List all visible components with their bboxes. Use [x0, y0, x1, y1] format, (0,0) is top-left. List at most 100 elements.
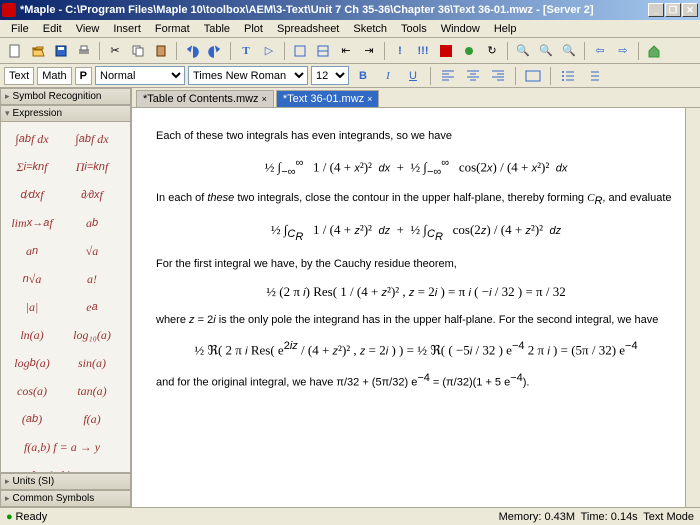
- menu-file[interactable]: File: [4, 21, 36, 37]
- paragraph: and for the original integral, we have π…: [156, 370, 676, 391]
- open-icon[interactable]: [27, 40, 49, 62]
- document-tabs: *Table of Contents.mwz× *Text 36-01.mwz×: [132, 88, 700, 108]
- palette-expression[interactable]: Expression: [0, 105, 131, 122]
- indent-left-icon[interactable]: ⇤: [335, 40, 357, 62]
- menu-table[interactable]: Table: [197, 21, 237, 37]
- status-ready: Ready: [15, 511, 47, 523]
- math-mode-icon[interactable]: ▷: [258, 40, 280, 62]
- numbers-icon[interactable]: [582, 65, 604, 87]
- menu-sketch[interactable]: Sketch: [346, 21, 394, 37]
- expr-sum[interactable]: Σi=kn f: [3, 154, 61, 180]
- expr-sin[interactable]: sin(a): [63, 350, 121, 376]
- menu-insert[interactable]: Insert: [106, 21, 148, 37]
- tab-text36[interactable]: *Text 36-01.mwz×: [276, 90, 380, 107]
- section-icon[interactable]: [289, 40, 311, 62]
- app-icon: [2, 3, 16, 17]
- expr-tan[interactable]: tan(a): [63, 378, 121, 404]
- execute-all-icon[interactable]: !!!: [412, 40, 434, 62]
- align-center-icon[interactable]: [462, 65, 484, 87]
- palette-common-symbols[interactable]: Common Symbols: [0, 490, 131, 507]
- debug-icon[interactable]: [458, 40, 480, 62]
- close-button[interactable]: ✕: [682, 3, 698, 17]
- copy-icon[interactable]: [127, 40, 149, 62]
- menu-edit[interactable]: Edit: [36, 21, 69, 37]
- menu-format[interactable]: Format: [148, 21, 197, 37]
- new-icon[interactable]: [4, 40, 26, 62]
- expr-limit[interactable]: limx→a f: [3, 210, 61, 236]
- palette-symbol-recognition[interactable]: Symbol Recognition: [0, 88, 131, 105]
- home-icon[interactable]: [643, 40, 665, 62]
- expr-binom[interactable]: (ab): [3, 406, 61, 432]
- size-select[interactable]: 12: [311, 66, 349, 85]
- expr-derivative[interactable]: d⁄dx f: [3, 182, 61, 208]
- align-right-icon[interactable]: [487, 65, 509, 87]
- expr-sqrt[interactable]: √a: [63, 238, 121, 264]
- minimize-button[interactable]: _: [648, 3, 664, 17]
- expr-exp[interactable]: ea: [63, 294, 121, 320]
- expr-funcdef[interactable]: f(a,b) f = a → y: [3, 434, 121, 460]
- expr-logb[interactable]: logb(a): [3, 350, 61, 376]
- menu-tools[interactable]: Tools: [394, 21, 434, 37]
- math-mode-button[interactable]: Math: [37, 67, 71, 85]
- indent-right-icon[interactable]: ⇥: [358, 40, 380, 62]
- close-icon[interactable]: ×: [367, 94, 372, 104]
- menu-spreadsheet[interactable]: Spreadsheet: [270, 21, 346, 37]
- back-icon[interactable]: ⇦: [589, 40, 611, 62]
- stop-icon[interactable]: [435, 40, 457, 62]
- align-left-icon[interactable]: [437, 65, 459, 87]
- bold-icon[interactable]: B: [352, 65, 374, 87]
- print-icon[interactable]: [73, 40, 95, 62]
- expr-product[interactable]: Πi=kn f: [63, 154, 121, 180]
- style-select[interactable]: Normal: [95, 66, 185, 85]
- document-body[interactable]: Each of these two integrals has even int…: [132, 108, 700, 507]
- expr-double-integral[interactable]: ∫ab f dx: [63, 126, 121, 152]
- paste-icon[interactable]: [150, 40, 172, 62]
- forward-icon[interactable]: ⇨: [612, 40, 634, 62]
- main-toolbar: ✂ T ▷ ⇤ ⇥ ! !!! ↻ 🔍 🔍 🔍 ⇦ ⇨: [0, 38, 700, 64]
- restart-icon[interactable]: ↻: [481, 40, 503, 62]
- paragraph-button[interactable]: P: [75, 67, 92, 85]
- subsection-icon[interactable]: [312, 40, 334, 62]
- expr-sub[interactable]: an: [3, 238, 61, 264]
- undo-icon[interactable]: [181, 40, 203, 62]
- expr-factorial[interactable]: a!: [63, 266, 121, 292]
- expr-cos[interactable]: cos(a): [3, 378, 61, 404]
- font-select[interactable]: Times New Roman: [188, 66, 308, 85]
- vertical-scrollbar[interactable]: [685, 108, 700, 507]
- palette-units[interactable]: Units (SI): [0, 473, 131, 490]
- expr-func[interactable]: f(a): [63, 406, 121, 432]
- equation: ½ ℜ( 2 π i Res( e2iz / (4 + z²)² , z = 2…: [156, 338, 676, 360]
- expr-log10[interactable]: log₁₀(a): [63, 322, 121, 348]
- menu-view[interactable]: View: [69, 21, 107, 37]
- equation: ½ ∫CR 1 / (4 + z²)² dz + ½ ∫CR cos(2z) /…: [156, 220, 676, 246]
- text-mode-button[interactable]: Text: [4, 67, 34, 85]
- menu-plot[interactable]: Plot: [237, 21, 270, 37]
- close-icon[interactable]: ×: [262, 94, 267, 104]
- italic-icon[interactable]: I: [377, 65, 399, 87]
- zoom-100-icon[interactable]: 🔍: [535, 40, 557, 62]
- paragraph: Each of these two integrals has even int…: [156, 128, 676, 145]
- expr-partial[interactable]: ∂⁄∂x f: [63, 182, 121, 208]
- expr-abs[interactable]: |a|: [3, 294, 61, 320]
- bullets-icon[interactable]: [557, 65, 579, 87]
- text-mode-icon[interactable]: T: [235, 40, 257, 62]
- expr-funcdef2[interactable]: f = (a,b) → z: [3, 462, 121, 473]
- expr-power[interactable]: ab: [63, 210, 121, 236]
- maximize-button[interactable]: ❐: [665, 3, 681, 17]
- menu-window[interactable]: Window: [434, 21, 487, 37]
- menu-help[interactable]: Help: [487, 21, 524, 37]
- redo-icon[interactable]: [204, 40, 226, 62]
- zoom-in-icon[interactable]: 🔍: [512, 40, 534, 62]
- underline-icon[interactable]: U: [402, 65, 424, 87]
- status-mode: Text Mode: [643, 511, 694, 523]
- save-icon[interactable]: [50, 40, 72, 62]
- execute-icon[interactable]: !: [389, 40, 411, 62]
- expr-nroot[interactable]: n√a: [3, 266, 61, 292]
- equation: ½ (2 π i) Res( 1 / (4 + z²)² , z = 2i ) …: [156, 282, 676, 302]
- tab-toc[interactable]: *Table of Contents.mwz×: [136, 90, 274, 107]
- expr-ln[interactable]: ln(a): [3, 322, 61, 348]
- zoom-out-icon[interactable]: 🔍: [558, 40, 580, 62]
- expr-integral[interactable]: ∫ab f dx: [3, 126, 61, 152]
- cut-icon[interactable]: ✂: [104, 40, 126, 62]
- tab-icon[interactable]: [522, 65, 544, 87]
